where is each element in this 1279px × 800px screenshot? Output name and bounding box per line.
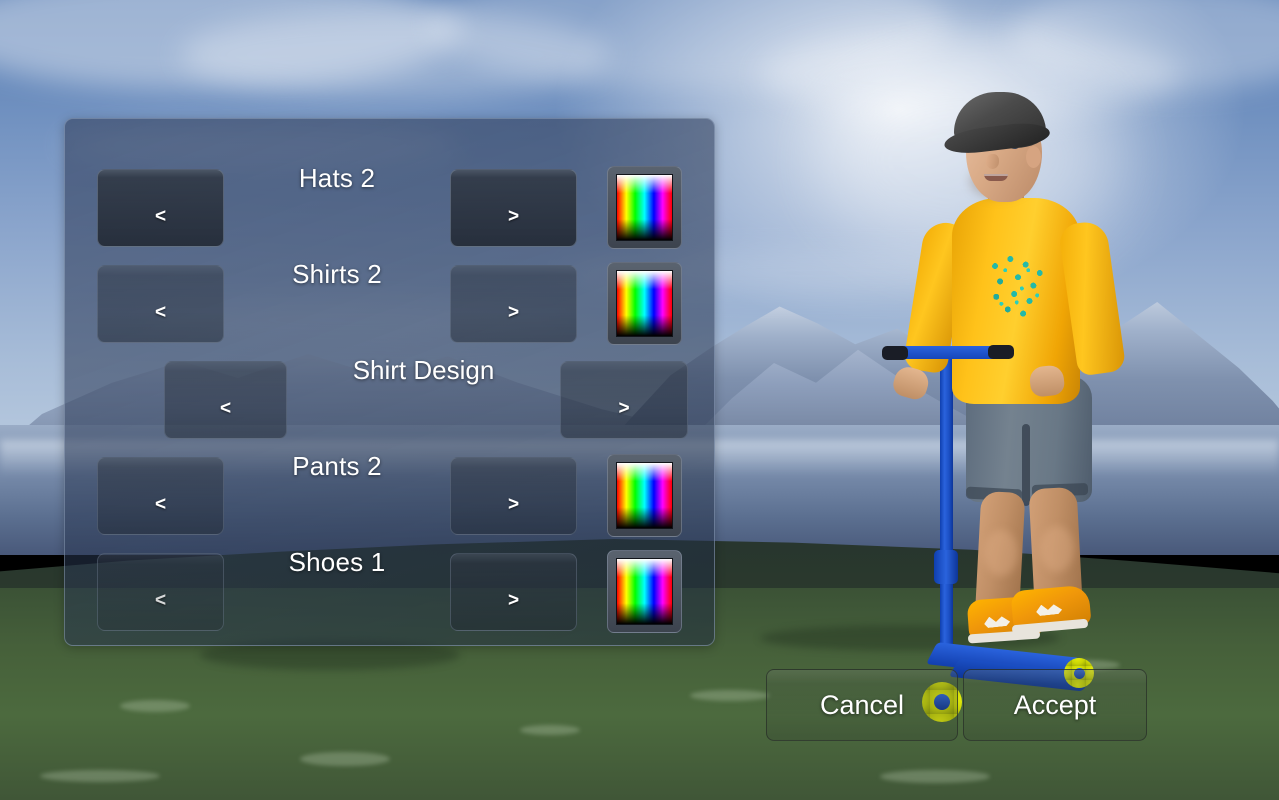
shirts-color-swatch[interactable] bbox=[607, 262, 682, 345]
customization-row-shirt-design: < Shirt Design > bbox=[65, 351, 716, 447]
hats-next-button[interactable]: > bbox=[450, 169, 577, 247]
shirts-label: Shirts 2 bbox=[292, 259, 382, 289]
accept-button[interactable]: Accept bbox=[963, 669, 1147, 741]
app-screen: < Hats 2 > < Shirts 2 > < Shirt Design >… bbox=[0, 0, 1279, 800]
grass-highlight bbox=[520, 725, 580, 735]
shoes-color-swatch[interactable] bbox=[607, 550, 682, 633]
grass-highlight bbox=[120, 700, 190, 712]
hue-gradient-icon bbox=[616, 462, 673, 529]
hue-gradient-icon bbox=[616, 270, 673, 337]
shirt-design-next-button[interactable]: > bbox=[560, 361, 688, 439]
customization-row-pants: < Pants 2 > bbox=[65, 447, 716, 543]
character-ear bbox=[1026, 146, 1041, 168]
scooter-stem bbox=[940, 352, 953, 652]
customization-panel: < Hats 2 > < Shirts 2 > < Shirt Design >… bbox=[64, 118, 715, 646]
hue-gradient-icon bbox=[616, 174, 673, 241]
shirts-prev-button[interactable]: < bbox=[97, 265, 224, 343]
character-shirt-design bbox=[986, 252, 1050, 322]
grass-highlight bbox=[300, 752, 390, 766]
pants-color-swatch[interactable] bbox=[607, 454, 682, 537]
shoes-prev-button[interactable]: < bbox=[97, 553, 224, 631]
pants-prev-button[interactable]: < bbox=[97, 457, 224, 535]
cancel-button[interactable]: Cancel bbox=[766, 669, 958, 741]
scooter-clamp bbox=[934, 550, 958, 584]
character-nose bbox=[986, 154, 999, 169]
grass-highlight bbox=[690, 690, 770, 701]
grass-highlight bbox=[40, 770, 160, 782]
shirts-next-button[interactable]: > bbox=[450, 265, 577, 343]
character-mouth bbox=[984, 174, 1008, 181]
shirt-design-label: Shirt Design bbox=[352, 355, 495, 385]
hats-prev-button[interactable]: < bbox=[97, 169, 224, 247]
customization-row-shoes: < Shoes 1 > bbox=[65, 543, 716, 639]
character-right-hand bbox=[1028, 364, 1066, 398]
shirt-design-prev-button[interactable]: < bbox=[164, 361, 287, 439]
hats-color-swatch[interactable] bbox=[607, 166, 682, 249]
character-preview bbox=[860, 80, 1180, 722]
character-calf-highlight bbox=[984, 530, 1018, 576]
pants-next-button[interactable]: > bbox=[450, 457, 577, 535]
shoes-next-button[interactable]: > bbox=[450, 553, 577, 631]
scooter-grip bbox=[882, 346, 908, 360]
grass-highlight bbox=[880, 770, 990, 783]
hue-gradient-icon bbox=[616, 558, 673, 625]
character-calf-highlight bbox=[1040, 526, 1074, 572]
shoes-label: Shoes 1 bbox=[288, 547, 386, 577]
character-shorts-split bbox=[1022, 424, 1030, 506]
customization-row-hats: < Hats 2 > bbox=[65, 159, 716, 255]
pants-label: Pants 2 bbox=[292, 451, 382, 481]
scooter-grip bbox=[988, 345, 1014, 359]
hats-label: Hats 2 bbox=[298, 163, 376, 193]
customization-row-shirts: < Shirts 2 > bbox=[65, 255, 716, 351]
